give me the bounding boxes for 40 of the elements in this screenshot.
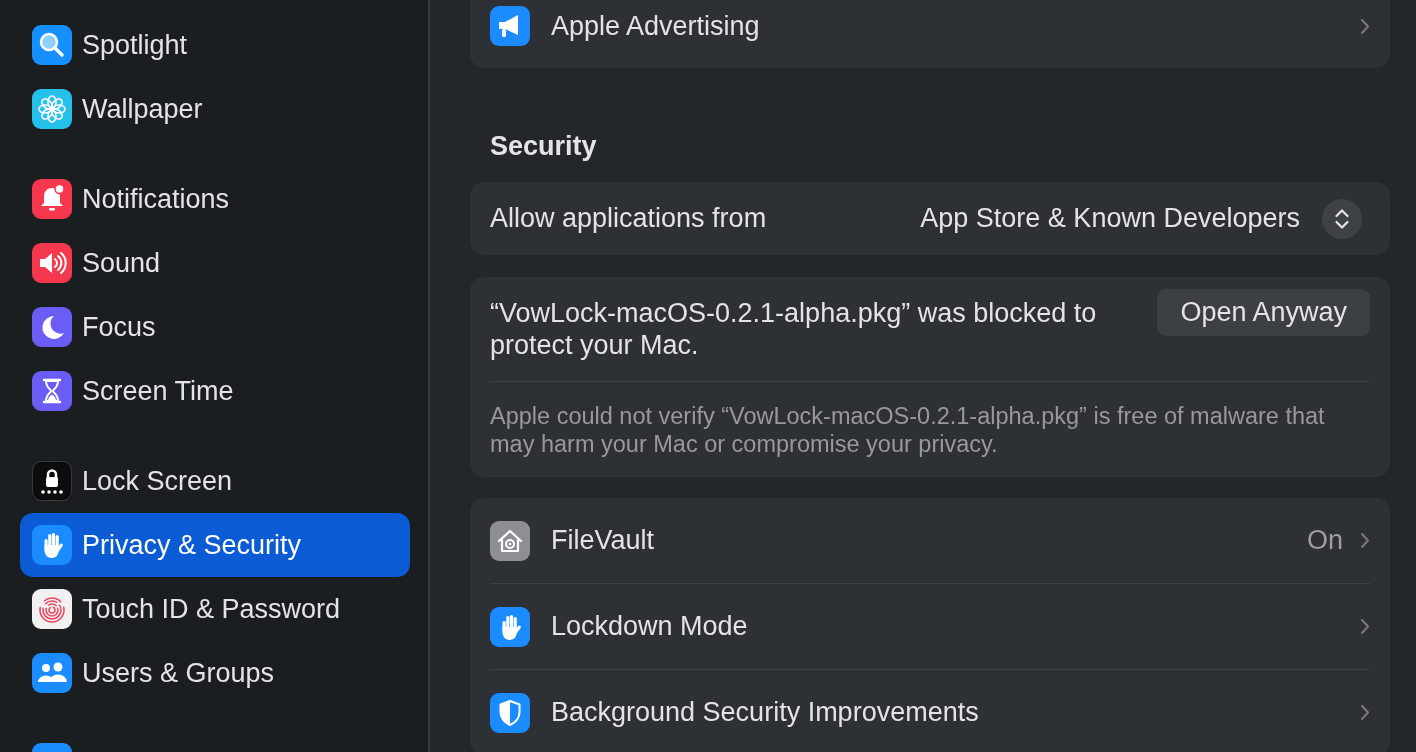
hand-icon <box>490 606 530 647</box>
magnifier-icon <box>32 25 72 65</box>
blocked-message: “VowLock-macOS-0.2.1-alpha.pkg” was blocked to protect your Mac. <box>490 297 1098 361</box>
shield-icon <box>490 692 530 733</box>
sidebar-item[interactable]: Privacy & Security <box>20 513 410 577</box>
chevron-right-icon[interactable] <box>1360 704 1370 721</box>
chevron-right-icon[interactable] <box>1360 17 1370 35</box>
setting-label: Allow applications from <box>490 203 768 234</box>
flower-icon <box>32 89 72 129</box>
sidebar-item[interactable]: Users & Groups <box>20 641 410 705</box>
sidebar-item[interactable]: Spotlight <box>20 13 410 77</box>
chevron-right-icon[interactable] <box>1360 618 1370 635</box>
megaphone-icon <box>490 6 530 46</box>
house-icon <box>490 520 530 561</box>
setting-label: Lockdown Mode <box>551 611 749 642</box>
moon-icon <box>32 307 72 347</box>
setting-value: On <box>1306 525 1343 556</box>
malware-note: Apple could not verify “VowLock-macOS-0.2.1-alpha.pkg” is free of malware that may harm your Mac or compromise your privacy. <box>490 402 1326 458</box>
hourglass-icon <box>32 371 72 411</box>
bell-icon <box>32 179 72 219</box>
sidebar-item[interactable]: Touch ID & Password <box>20 577 410 641</box>
sidebar-item[interactable]: Sound <box>20 231 410 295</box>
padlock-icon <box>32 461 72 501</box>
sidebar-item[interactable]: Notifications <box>20 167 410 231</box>
chevron-right-icon[interactable] <box>1360 532 1370 549</box>
setting-label: Background Security Improvements <box>551 697 980 728</box>
sidebar-item[interactable]: Lock Screen <box>20 449 410 513</box>
open-anyway-button[interactable]: Open Anyway <box>1157 289 1370 336</box>
fingerprint-icon <box>32 589 72 629</box>
sidebar-item[interactable]: Focus <box>20 295 410 359</box>
up-down-chevron-icon <box>1322 198 1362 239</box>
sidebar-item[interactable]: Screen Time <box>20 359 410 423</box>
hand-icon <box>32 525 72 565</box>
sidebar-item[interactable]: Wallpaper <box>20 77 410 141</box>
popup-button[interactable]: App Store & Known Developers <box>920 198 1362 239</box>
setting-label: Apple Advertising <box>551 10 761 42</box>
people-icon <box>32 653 72 693</box>
section-heading: Security <box>490 130 598 162</box>
setting-label: FileVault <box>551 525 656 556</box>
speaker-icon <box>32 243 72 283</box>
